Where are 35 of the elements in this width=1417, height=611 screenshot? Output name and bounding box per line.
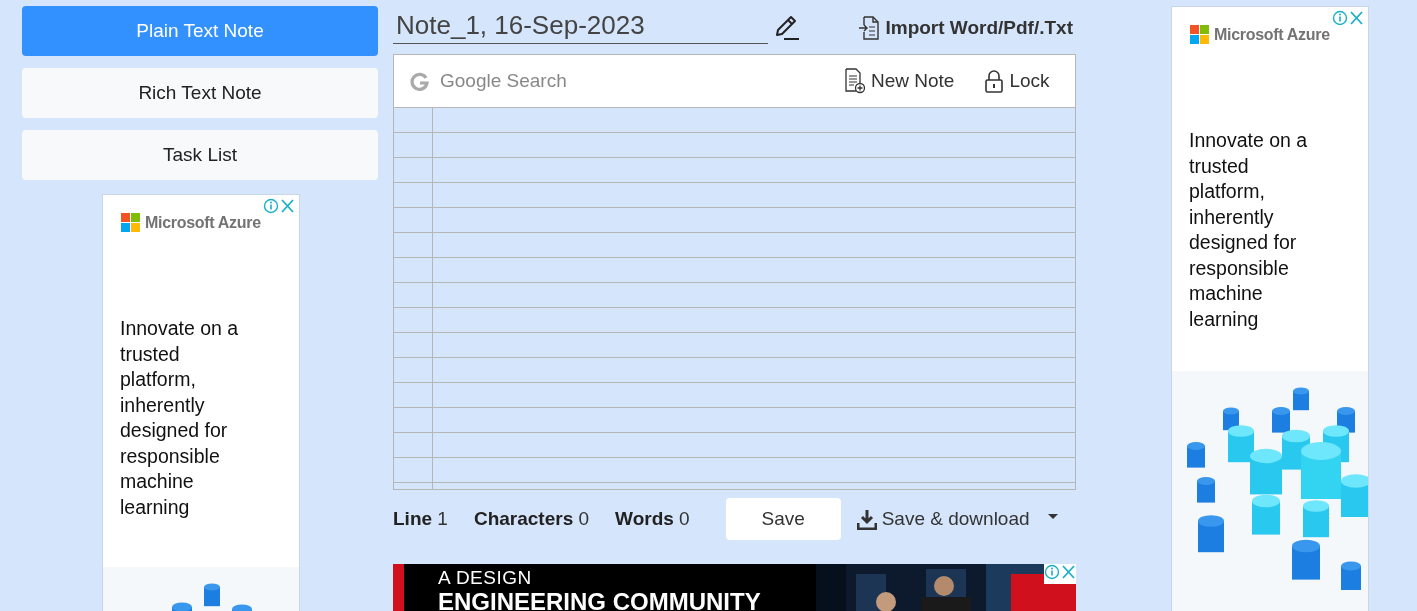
banner-ad[interactable]: A DESIGN ENGINEERING COMMUNITY bbox=[393, 564, 1076, 611]
windows-logo-icon bbox=[1190, 25, 1209, 44]
download-icon bbox=[856, 508, 877, 530]
google-g-icon bbox=[410, 71, 430, 91]
banner-text: ENGINEERING COMMUNITY bbox=[438, 590, 761, 611]
save-button[interactable]: Save bbox=[725, 498, 841, 540]
pencil-icon[interactable] bbox=[773, 14, 801, 42]
lock-button[interactable]: Lock bbox=[980, 67, 1054, 95]
stat-text: Words 0 bbox=[615, 508, 690, 530]
nav-tab[interactable]: Task List bbox=[22, 130, 378, 180]
banner-text: A DESIGN bbox=[438, 568, 533, 587]
windows-logo-icon bbox=[121, 213, 140, 232]
ad-info-icon[interactable] bbox=[263, 198, 279, 214]
stat-text: Characters 0 bbox=[473, 508, 590, 530]
note-title-field[interactable]: Note_1, 16-Sep-2023 bbox=[393, 8, 768, 44]
lock-icon bbox=[984, 69, 1005, 93]
ad-headline: Innovate on a trusted platform, inherently designed for responsible machine learning bbox=[120, 316, 240, 520]
close-icon[interactable] bbox=[1350, 11, 1363, 25]
save-download-button[interactable]: Save & download bbox=[856, 508, 1059, 530]
ad-info-icon[interactable] bbox=[1332, 10, 1348, 26]
ad-headline: Innovate on a trusted platform, inherently designed for responsible machine learning bbox=[1189, 128, 1309, 332]
stat-text: Line 1 bbox=[393, 508, 448, 530]
caret-icon bbox=[1046, 512, 1059, 520]
nav-tab[interactable]: Rich Text Note bbox=[22, 68, 378, 118]
ad-info-icon[interactable] bbox=[1044, 564, 1060, 580]
note-add-icon bbox=[844, 68, 866, 94]
close-icon[interactable] bbox=[1062, 565, 1075, 579]
close-icon[interactable] bbox=[281, 199, 294, 213]
note-editor[interactable] bbox=[393, 108, 1076, 490]
search-field[interactable]: Google Search bbox=[437, 66, 740, 96]
ad-brand: Microsoft Azure bbox=[145, 213, 261, 232]
import-button[interactable]: Import Word/Pdf/.Txt bbox=[858, 16, 1073, 40]
new-note-button[interactable]: New Note bbox=[840, 66, 959, 96]
file-import-icon bbox=[858, 16, 881, 40]
ad-brand: Microsoft Azure bbox=[1214, 25, 1330, 44]
